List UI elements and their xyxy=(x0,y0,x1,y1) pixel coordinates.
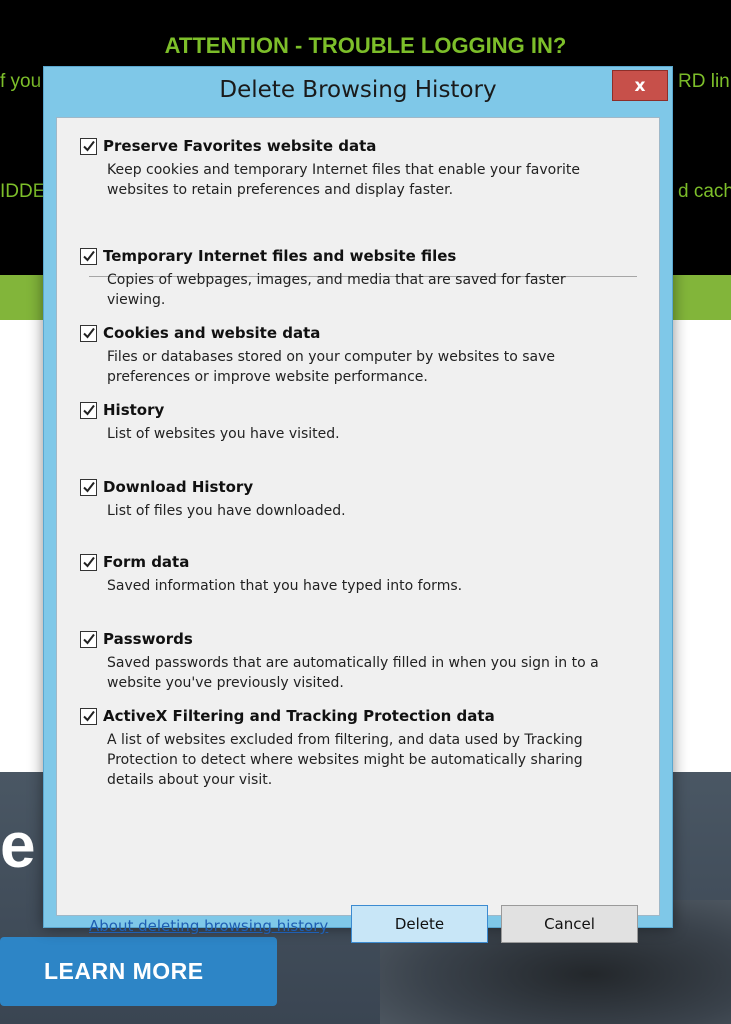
option-activex-tracking: ActiveX Filtering and Tracking Protectio… xyxy=(80,707,640,790)
option-label[interactable]: Preserve Favorites website data xyxy=(103,137,376,155)
checkbox-preserve-favorites[interactable] xyxy=(80,137,97,155)
header-text-fragment: d cach xyxy=(678,181,731,202)
delete-browsing-history-dialog: Delete Browsing History x Preserve Favor… xyxy=(43,66,673,943)
header-text-fragment: RD lin xyxy=(678,71,730,92)
option-description: Copies of webpages, images, and media th… xyxy=(107,272,566,308)
option-description: Saved passwords that are automatically f… xyxy=(107,655,599,691)
option-preserve-favorites: Preserve Favorites website data Keep coo… xyxy=(80,137,640,200)
checkmark-icon xyxy=(82,250,95,262)
option-form-data: Form data Saved information that you hav… xyxy=(80,553,640,596)
checkbox-history[interactable] xyxy=(80,401,97,419)
checkbox-cookies[interactable] xyxy=(80,324,97,342)
checkbox-activex-tracking[interactable] xyxy=(80,707,97,725)
option-label[interactable]: Form data xyxy=(103,553,189,571)
hero-heading-fragment: e xyxy=(0,809,36,881)
option-description: Files or databases stored on your comput… xyxy=(107,349,556,385)
option-label[interactable]: ActiveX Filtering and Tracking Protectio… xyxy=(103,707,495,725)
option-history: History List of websites you have visite… xyxy=(80,401,640,444)
learn-more-button[interactable]: LEARN MORE xyxy=(0,937,277,1006)
checkbox-form-data[interactable] xyxy=(80,553,97,571)
checkmark-icon xyxy=(82,327,95,339)
option-cookies: Cookies and website data Files or databa… xyxy=(80,324,640,387)
header-text-fragment: IDDE xyxy=(0,181,46,202)
attention-banner: ATTENTION - TROUBLE LOGGING IN? xyxy=(164,33,567,58)
checkbox-temporary-internet-files[interactable] xyxy=(80,247,97,265)
option-label[interactable]: Download History xyxy=(103,478,253,496)
option-label[interactable]: Passwords xyxy=(103,630,193,648)
option-label[interactable]: Cookies and website data xyxy=(103,324,320,342)
option-description: Saved information that you have typed in… xyxy=(107,578,463,594)
option-download-history: Download History List of files you have … xyxy=(80,478,640,521)
header-text-fragment: f you xyxy=(0,71,42,92)
cancel-button[interactable]: Cancel xyxy=(501,905,638,943)
option-temporary-internet-files: Temporary Internet files and website fil… xyxy=(80,247,640,310)
checkbox-download-history[interactable] xyxy=(80,478,97,496)
dialog-title: Delete Browsing History xyxy=(219,77,497,103)
option-passwords: Passwords Saved passwords that are autom… xyxy=(80,630,640,693)
option-label[interactable]: Temporary Internet files and website fil… xyxy=(103,247,456,265)
checkmark-icon xyxy=(82,556,95,568)
delete-button[interactable]: Delete xyxy=(351,905,488,943)
checkmark-icon xyxy=(82,710,95,722)
close-button[interactable]: x xyxy=(612,70,668,101)
option-label[interactable]: History xyxy=(103,401,164,419)
option-description: List of files you have downloaded. xyxy=(107,503,346,519)
about-deleting-history-link[interactable]: About deleting browsing history xyxy=(89,917,328,935)
checkmark-icon xyxy=(82,481,95,493)
option-description: Keep cookies and temporary Internet file… xyxy=(107,162,580,198)
option-description: A list of websites excluded from filteri… xyxy=(107,732,583,788)
option-description: List of websites you have visited. xyxy=(107,426,340,442)
checkmark-icon xyxy=(82,633,95,645)
checkmark-icon xyxy=(82,140,95,152)
checkbox-passwords[interactable] xyxy=(80,630,97,648)
checkmark-icon xyxy=(82,404,95,416)
dialog-body: Preserve Favorites website data Keep coo… xyxy=(56,117,660,943)
